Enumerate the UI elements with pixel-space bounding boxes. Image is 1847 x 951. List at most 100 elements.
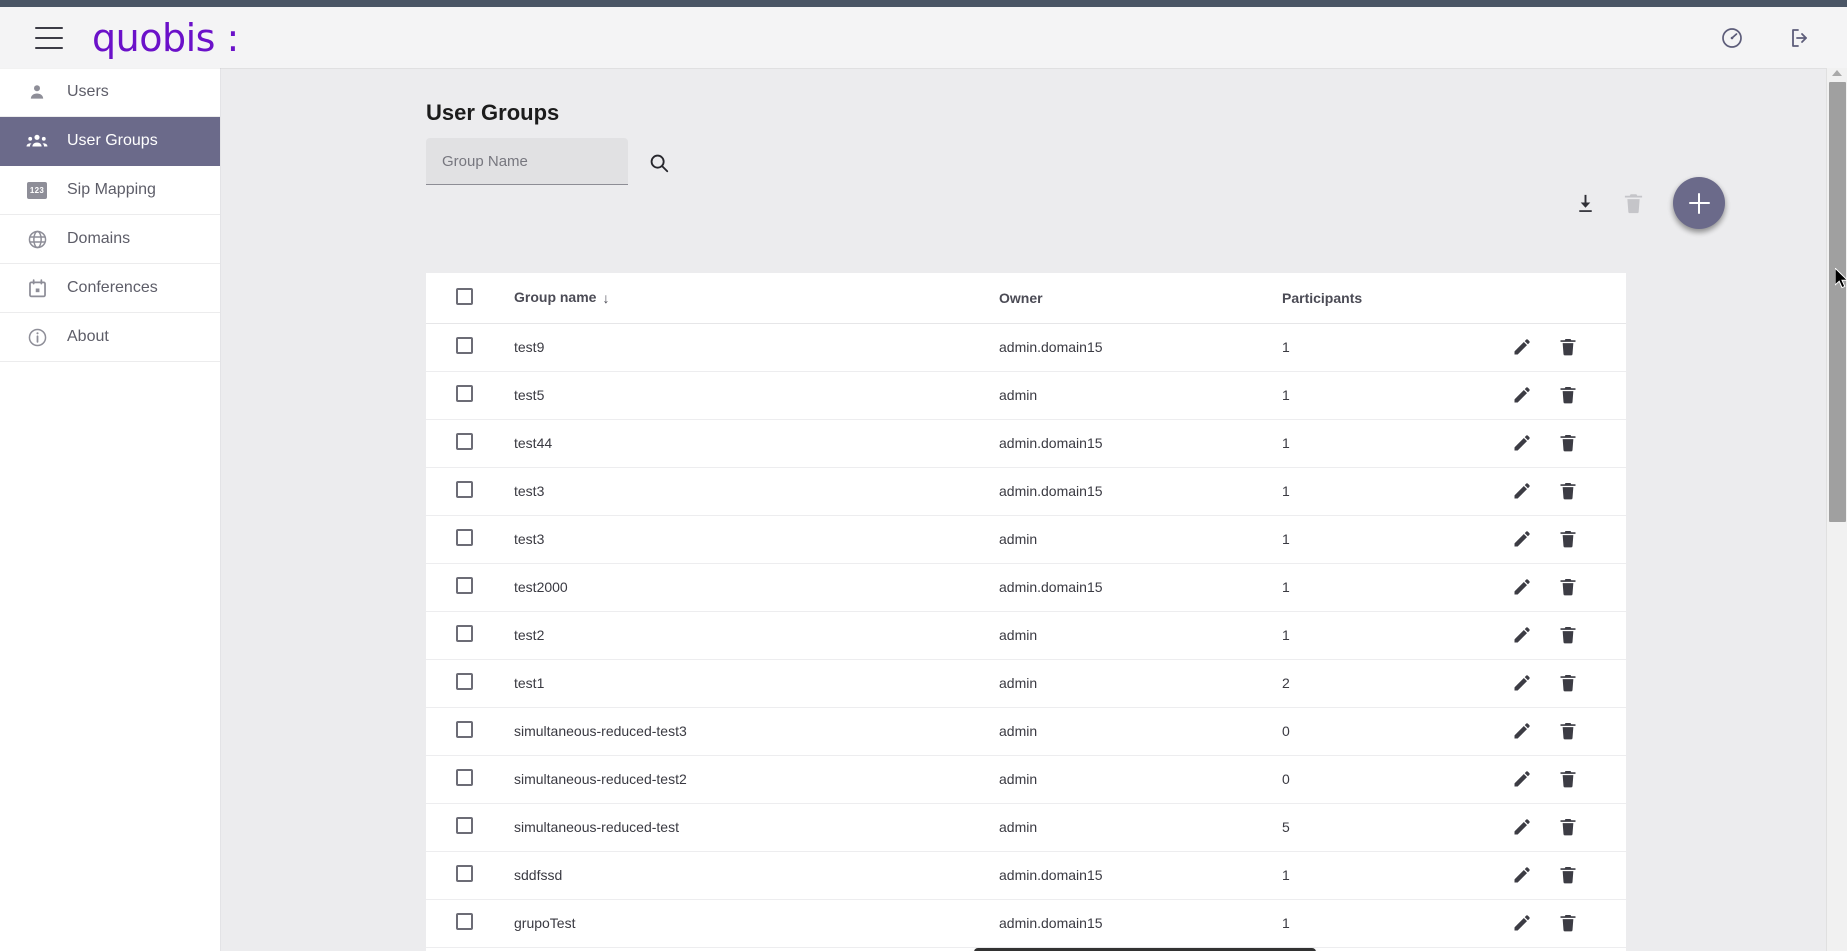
- cell-owner: admin: [999, 803, 1282, 852]
- cell-owner: admin: [999, 659, 1282, 708]
- cell-owner: admin: [999, 707, 1282, 756]
- row-actions-cell: [1512, 851, 1626, 900]
- pencil-icon[interactable]: [1512, 337, 1532, 357]
- pencil-icon[interactable]: [1512, 385, 1532, 405]
- row-select-cell: [426, 899, 514, 948]
- table-row[interactable]: simultaneous-reduced-test2 admin 0: [426, 755, 1626, 804]
- pencil-icon[interactable]: [1512, 865, 1532, 885]
- pencil-icon[interactable]: [1512, 433, 1532, 453]
- trash-icon[interactable]: [1558, 577, 1578, 597]
- pencil-icon[interactable]: [1512, 721, 1532, 741]
- row-actions-cell: [1512, 563, 1626, 612]
- cell-group-name: test2000: [514, 563, 999, 612]
- row-checkbox[interactable]: [456, 337, 473, 354]
- download-icon[interactable]: [1561, 179, 1609, 227]
- hamburger-icon[interactable]: [35, 26, 63, 49]
- row-checkbox[interactable]: [456, 769, 473, 786]
- table-row[interactable]: grupoTest admin.domain15 1: [426, 899, 1626, 948]
- pencil-icon[interactable]: [1512, 529, 1532, 549]
- row-checkbox[interactable]: [456, 673, 473, 690]
- column-header-owner[interactable]: Owner: [999, 273, 1282, 324]
- row-checkbox[interactable]: [456, 913, 473, 930]
- vertical-scrollbar[interactable]: [1826, 68, 1847, 951]
- row-checkbox[interactable]: [456, 433, 473, 450]
- trash-icon[interactable]: [1558, 337, 1578, 357]
- row-actions-cell: [1512, 947, 1626, 951]
- pencil-icon[interactable]: [1512, 481, 1532, 501]
- row-checkbox[interactable]: [456, 865, 473, 882]
- row-checkbox[interactable]: [456, 385, 473, 402]
- trash-icon[interactable]: [1558, 433, 1578, 453]
- speedometer-icon[interactable]: [1717, 23, 1747, 53]
- trash-icon[interactable]: [1558, 529, 1578, 549]
- pencil-icon[interactable]: [1512, 769, 1532, 789]
- sidebar-item-sip-mapping[interactable]: 123 Sip Mapping: [0, 166, 220, 215]
- cell-participants: 0: [1282, 755, 1512, 804]
- table-row[interactable]: test9 admin.domain15 1: [426, 323, 1626, 372]
- scroll-up-arrow-icon[interactable]: [1832, 70, 1842, 76]
- table-row[interactable]: test2 admin 1: [426, 611, 1626, 660]
- sidebar-item-domains[interactable]: Domains: [0, 215, 220, 264]
- cell-owner: admin: [999, 611, 1282, 660]
- sort-descending-icon[interactable]: ↓: [602, 290, 609, 306]
- row-checkbox[interactable]: [456, 817, 473, 834]
- trash-icon[interactable]: [1558, 673, 1578, 693]
- cell-group-name: test44: [514, 419, 999, 468]
- search-icon[interactable]: [645, 149, 673, 177]
- select-all-checkbox[interactable]: [456, 287, 473, 305]
- cell-group-name: simultaneous-reduced-test2: [514, 755, 999, 804]
- bulk-delete-icon[interactable]: [1609, 179, 1657, 227]
- row-select-cell: [426, 851, 514, 900]
- select-all-header: [426, 273, 514, 324]
- trash-icon[interactable]: [1558, 625, 1578, 645]
- sidebar-item-conferences[interactable]: Conferences: [0, 264, 220, 313]
- row-select-cell: [426, 323, 514, 372]
- logout-icon[interactable]: [1785, 23, 1815, 53]
- cell-owner: admin.domain15: [999, 419, 1282, 468]
- table-row[interactable]: test1 admin 2: [426, 659, 1626, 708]
- table-row[interactable]: test3 admin.domain15 1: [426, 467, 1626, 516]
- trash-icon[interactable]: [1558, 769, 1578, 789]
- sidebar-item-about[interactable]: About: [0, 313, 220, 362]
- row-checkbox[interactable]: [456, 481, 473, 498]
- row-actions-cell: [1512, 803, 1626, 852]
- pencil-icon[interactable]: [1512, 913, 1532, 933]
- groups-table: Group name ↓ Owner Participants test9 admi…: [426, 273, 1626, 951]
- column-header-group-name[interactable]: Group name ↓: [514, 273, 999, 324]
- row-actions-cell: [1512, 515, 1626, 564]
- trash-icon[interactable]: [1558, 817, 1578, 837]
- add-group-button[interactable]: [1673, 177, 1725, 229]
- search-input[interactable]: [426, 138, 628, 185]
- row-checkbox[interactable]: [456, 721, 473, 738]
- table-row[interactable]: simultaneous-reduced-test3 admin 0: [426, 707, 1626, 756]
- table-row[interactable]: test5 admin 1: [426, 371, 1626, 420]
- row-checkbox[interactable]: [456, 625, 473, 642]
- table-row[interactable]: simultaneous-reduced-test admin 5: [426, 803, 1626, 852]
- scrollbar-thumb[interactable]: [1829, 82, 1846, 522]
- trash-icon[interactable]: [1558, 721, 1578, 741]
- sidebar-item-user-groups[interactable]: User Groups: [0, 117, 220, 166]
- table-row[interactable]: test2000 admin.domain15 1: [426, 563, 1626, 612]
- trash-icon[interactable]: [1558, 865, 1578, 885]
- column-header-participants[interactable]: Participants: [1282, 273, 1512, 324]
- row-actions-cell: [1512, 707, 1626, 756]
- table-row[interactable]: test44 admin.domain15 1: [426, 419, 1626, 468]
- table-row[interactable]: sddfssd admin.domain15 1: [426, 851, 1626, 900]
- pencil-icon[interactable]: [1512, 625, 1532, 645]
- row-checkbox[interactable]: [456, 529, 473, 546]
- table-row[interactable]: test3 admin 1: [426, 515, 1626, 564]
- pencil-icon[interactable]: [1512, 577, 1532, 597]
- row-select-cell: [426, 515, 514, 564]
- column-label-group-name: Group name: [514, 289, 597, 306]
- trash-icon[interactable]: [1558, 913, 1578, 933]
- trash-icon[interactable]: [1558, 481, 1578, 501]
- trash-icon[interactable]: [1558, 385, 1578, 405]
- globe-icon: [25, 227, 49, 251]
- sidebar-item-users[interactable]: Users: [0, 68, 220, 117]
- person-icon: [25, 80, 49, 104]
- table-head: Group name ↓ Owner Participants: [426, 273, 1626, 324]
- sidebar-item-label: Domains: [67, 230, 131, 247]
- pencil-icon[interactable]: [1512, 817, 1532, 837]
- pencil-icon[interactable]: [1512, 673, 1532, 693]
- row-checkbox[interactable]: [456, 577, 473, 594]
